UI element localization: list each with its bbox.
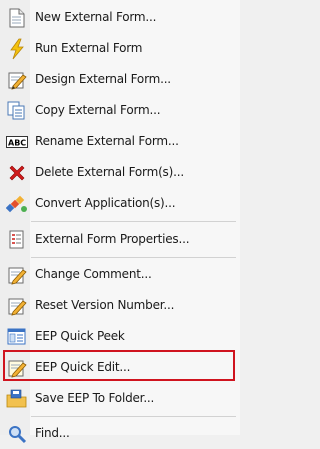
- menu-item-label: Design External Form...: [35, 72, 171, 86]
- menu-item-label: New External Form...: [35, 10, 157, 24]
- menu-item-label: Convert Application(s)...: [35, 196, 176, 210]
- menu-item-convert-applications[interactable]: Convert Application(s)...: [0, 188, 240, 219]
- menu-item-label: EEP Quick Peek: [35, 329, 125, 343]
- rename-abc-icon: ABC: [6, 131, 28, 153]
- menu-item-label: Find...: [35, 426, 70, 440]
- properties-icon: [6, 229, 28, 251]
- menu-item-label: Delete External Form(s)...: [35, 165, 184, 179]
- menu-item-label: External Form Properties...: [35, 232, 190, 246]
- svg-text:ABC: ABC: [8, 139, 26, 148]
- menu-item-label: Run External Form: [35, 41, 143, 55]
- menu-item-run-external-form[interactable]: Run External Form: [0, 33, 240, 64]
- menu-item-rename-external-form[interactable]: ABC Rename External Form...: [0, 126, 240, 157]
- design-pencil-icon: [6, 69, 28, 91]
- menu-item-reset-version-number[interactable]: Reset Version Number...: [0, 290, 240, 321]
- menu-item-copy-external-form[interactable]: Copy External Form...: [0, 95, 240, 126]
- menu-separator: [31, 257, 236, 258]
- reset-version-icon: [6, 295, 28, 317]
- change-comment-icon: [6, 264, 28, 286]
- context-menu: New External Form... Run External Form D…: [0, 0, 240, 444]
- find-icon: [6, 423, 28, 445]
- quick-peek-icon: [6, 326, 28, 348]
- menu-separator: [31, 221, 236, 222]
- menu-item-label: Save EEP To Folder...: [35, 391, 155, 405]
- menu-item-change-comment[interactable]: Change Comment...: [0, 259, 240, 290]
- menu-item-delete-external-form[interactable]: Delete External Form(s)...: [0, 157, 240, 188]
- save-folder-icon: [6, 388, 28, 410]
- menu-item-find[interactable]: Find...: [0, 418, 240, 449]
- lightning-icon: [6, 38, 28, 60]
- menu-item-design-external-form[interactable]: Design External Form...: [0, 64, 240, 95]
- menu-item-label: Copy External Form...: [35, 103, 161, 117]
- menu-item-eep-quick-peek[interactable]: EEP Quick Peek: [0, 321, 240, 352]
- menu-item-save-eep-to-folder[interactable]: Save EEP To Folder...: [0, 383, 240, 414]
- delete-x-icon: [6, 162, 28, 184]
- menu-item-label: Rename External Form...: [35, 134, 179, 148]
- menu-item-external-form-properties[interactable]: External Form Properties...: [0, 224, 240, 255]
- menu-item-label: Reset Version Number...: [35, 298, 175, 312]
- convert-icon: [6, 193, 28, 215]
- menu-item-label: Change Comment...: [35, 267, 152, 281]
- copy-icon: [6, 100, 28, 122]
- menu-item-new-external-form[interactable]: New External Form...: [0, 2, 240, 33]
- new-form-icon: [6, 7, 28, 29]
- highlight-box: [3, 350, 235, 381]
- menu-separator: [31, 416, 236, 417]
